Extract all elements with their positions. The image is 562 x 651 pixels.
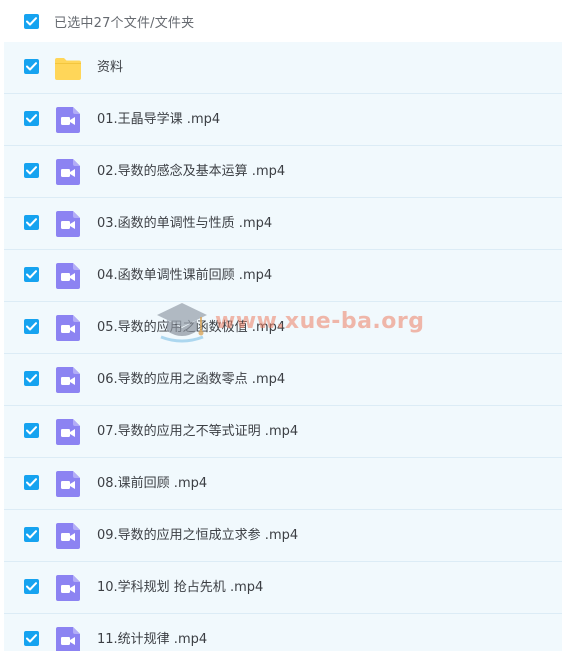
checkmark-icon [26, 374, 37, 383]
checkmark-icon [26, 114, 37, 123]
video-file-icon [56, 159, 80, 185]
file-row[interactable]: 02.导数的感念及基本运算 .mp4 [4, 146, 562, 198]
row-checkbox[interactable] [24, 475, 39, 490]
video-file-icon [56, 471, 80, 497]
file-name[interactable]: 11.统计规律 .mp4 [97, 614, 207, 651]
checkmark-icon [26, 166, 37, 175]
video-file-icon [56, 263, 80, 289]
file-row[interactable]: 08.课前回顾 .mp4 [4, 458, 562, 510]
file-name[interactable]: 01.王晶导学课 .mp4 [97, 94, 220, 145]
selection-header: 已选中27个文件/文件夹 [0, 0, 562, 42]
checkmark-icon [26, 582, 37, 591]
row-checkbox[interactable] [24, 59, 39, 74]
file-row[interactable]: 06.导数的应用之函数零点 .mp4 [4, 354, 562, 406]
file-selection-panel: 已选中27个文件/文件夹 资料 01.王晶导学课 .mp4 02.导数的感念及基本运… [0, 0, 562, 651]
file-row[interactable]: 04.函数单调性课前回顾 .mp4 [4, 250, 562, 302]
file-row[interactable]: 03.函数的单调性与性质 .mp4 [4, 198, 562, 250]
row-checkbox[interactable] [24, 267, 39, 282]
file-name[interactable]: 10.学科规划 抢占先机 .mp4 [97, 562, 263, 613]
file-row[interactable]: 07.导数的应用之不等式证明 .mp4 [4, 406, 562, 458]
file-name[interactable]: 02.导数的感念及基本运算 .mp4 [97, 146, 285, 197]
selection-count-label: 已选中27个文件/文件夹 [54, 15, 195, 31]
checkmark-icon [26, 270, 37, 279]
video-file-icon [56, 419, 80, 445]
row-checkbox[interactable] [24, 319, 39, 334]
checkmark-icon [26, 478, 37, 487]
row-checkbox[interactable] [24, 423, 39, 438]
select-all-checkbox[interactable] [24, 13, 39, 29]
file-name[interactable]: 03.函数的单调性与性质 .mp4 [97, 198, 272, 249]
checkmark-icon [26, 426, 37, 435]
file-name[interactable]: 09.导数的应用之恒成立求参 .mp4 [97, 510, 298, 561]
file-name[interactable]: 07.导数的应用之不等式证明 .mp4 [97, 406, 298, 457]
row-checkbox[interactable] [24, 163, 39, 178]
file-row[interactable]: 09.导数的应用之恒成立求参 .mp4 [4, 510, 562, 562]
video-file-icon [56, 367, 80, 393]
checkmark-icon [26, 16, 37, 25]
checkmark-icon [26, 62, 37, 71]
row-checkbox[interactable] [24, 631, 39, 646]
video-file-icon [56, 523, 80, 549]
file-name[interactable]: 08.课前回顾 .mp4 [97, 458, 207, 509]
checkmark-icon [26, 530, 37, 539]
video-file-icon [56, 575, 80, 601]
file-name[interactable]: 04.函数单调性课前回顾 .mp4 [97, 250, 272, 301]
checkmark-icon [26, 634, 37, 643]
file-row[interactable]: 10.学科规划 抢占先机 .mp4 [4, 562, 562, 614]
row-checkbox[interactable] [24, 527, 39, 542]
file-name[interactable]: 06.导数的应用之函数零点 .mp4 [97, 354, 285, 405]
file-row[interactable]: 05.导数的应用之函数极值 .mp4 [4, 302, 562, 354]
row-checkbox[interactable] [24, 579, 39, 594]
video-file-icon [56, 627, 80, 651]
file-name[interactable]: 05.导数的应用之函数极值 .mp4 [97, 302, 285, 353]
checkmark-icon [26, 218, 37, 227]
file-name[interactable]: 资料 [97, 42, 123, 93]
folder-row[interactable]: 资料 [4, 42, 562, 94]
folder-icon [55, 58, 81, 80]
row-checkbox[interactable] [24, 371, 39, 386]
checkmark-icon [26, 322, 37, 331]
file-row[interactable]: 11.统计规律 .mp4 [4, 614, 562, 651]
file-list: 资料 01.王晶导学课 .mp4 02.导数的感念及基本运算 .mp4 03.函数的单… [4, 42, 562, 651]
row-checkbox[interactable] [24, 111, 39, 126]
row-checkbox[interactable] [24, 215, 39, 230]
video-file-icon [56, 211, 80, 237]
video-file-icon [56, 315, 80, 341]
video-file-icon [56, 107, 80, 133]
file-row[interactable]: 01.王晶导学课 .mp4 [4, 94, 562, 146]
